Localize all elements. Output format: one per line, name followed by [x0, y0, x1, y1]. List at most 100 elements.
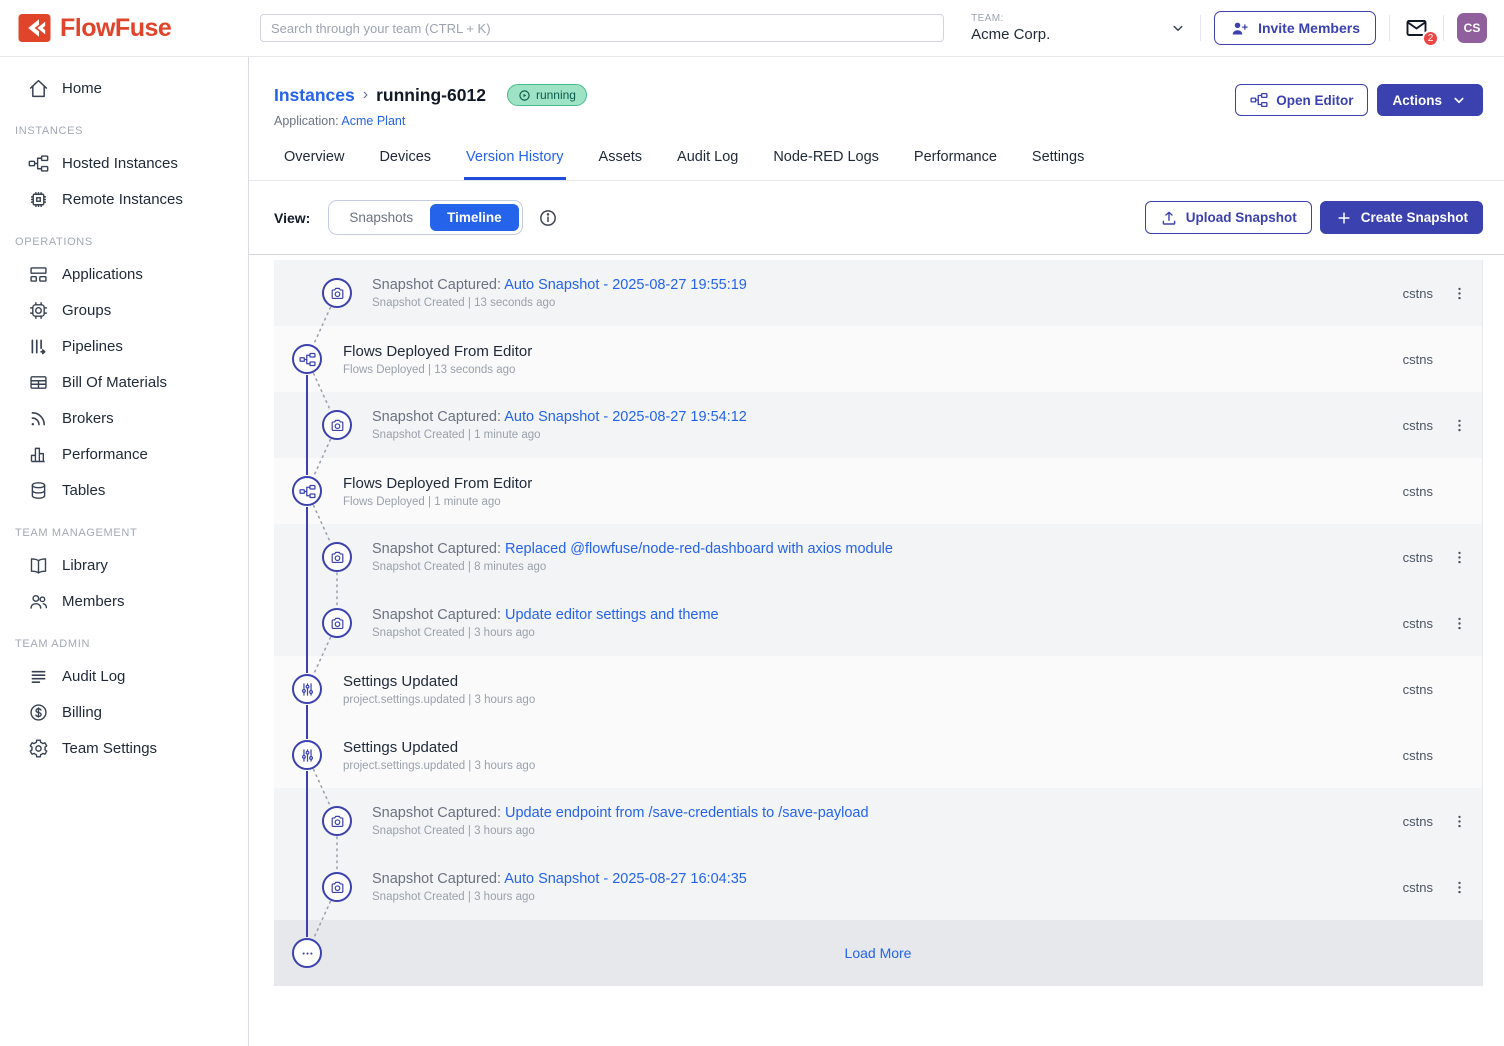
sidebar-item-home[interactable]: Home [0, 70, 248, 106]
tab-version-history[interactable]: Version History [464, 146, 566, 180]
snapshot-link[interactable]: Auto Snapshot - 2025-08-27 19:55:19 [504, 277, 747, 293]
row-menu-button[interactable] [1451, 284, 1468, 303]
timeline-meta: project.settings.updated | 3 hours ago [343, 694, 535, 706]
chevron-down-icon [1169, 19, 1187, 37]
event-title: Settings Updated [343, 673, 535, 690]
snapshot-link[interactable]: Auto Snapshot - 2025-08-27 16:04:35 [504, 871, 747, 887]
timeline-row: Flows Deployed From EditorFlows Deployed… [274, 458, 1482, 524]
sidebar-item-remote-instances[interactable]: Remote Instances [0, 181, 248, 217]
sidebar-item-groups[interactable]: Groups [0, 292, 248, 328]
timeline-row: Snapshot Captured: Auto Snapshot - 2025-… [274, 392, 1482, 458]
sidebar-section-label: TEAM ADMIN [15, 638, 248, 650]
tab-node-red-logs[interactable]: Node-RED Logs [771, 146, 881, 180]
timeline-row: Settings Updatedproject.settings.updated… [274, 722, 1482, 788]
snapshot-link[interactable]: Update endpoint from /save-credentials t… [505, 805, 869, 821]
node-red-icon [1250, 91, 1268, 109]
sidebar-item-brokers[interactable]: Brokers [0, 400, 248, 436]
teamsettings-icon [28, 738, 49, 759]
info-icon[interactable] [538, 208, 558, 228]
application-link[interactable]: Acme Plant [341, 114, 405, 128]
divider [1389, 15, 1390, 41]
home-icon [28, 78, 49, 99]
timeline-user: cstns [1403, 550, 1433, 565]
upload-snapshot-label: Upload Snapshot [1186, 210, 1297, 225]
create-snapshot-label: Create Snapshot [1361, 210, 1468, 225]
sidebar-item-label: Audit Log [62, 668, 125, 685]
timeline-meta: project.settings.updated | 3 hours ago [343, 760, 535, 772]
sidebar-item-label: Remote Instances [62, 191, 183, 208]
timeline-user: cstns [1403, 814, 1433, 829]
timeline-meta: Flows Deployed | 13 seconds ago [343, 364, 532, 376]
timeline-meta: Snapshot Created | 13 seconds ago [372, 297, 747, 309]
timeline-row: Flows Deployed From EditorFlows Deployed… [274, 326, 1482, 392]
toggle-snapshots[interactable]: Snapshots [332, 204, 430, 231]
search-input[interactable] [260, 14, 944, 42]
billing-icon [28, 702, 49, 723]
flowfuse-mark-icon [18, 13, 51, 43]
sidebar-item-audit-log[interactable]: Audit Log [0, 658, 248, 694]
camera-icon [322, 278, 352, 308]
plus-icon [1335, 209, 1353, 227]
load-more-button[interactable]: Load More [274, 945, 1482, 961]
timeline-user: cstns [1403, 682, 1433, 697]
flowfuse-logo[interactable]: FlowFuse [0, 13, 249, 43]
applications-icon [28, 264, 49, 285]
team-name: Acme Corp. [971, 26, 1050, 43]
tab-assets[interactable]: Assets [597, 146, 645, 180]
snapshot-link[interactable]: Update editor settings and theme [505, 607, 719, 623]
sidebar-item-label: Hosted Instances [62, 155, 178, 172]
sidebar-item-bill-of-materials[interactable]: Bill Of Materials [0, 364, 248, 400]
sidebar-item-performance[interactable]: Performance [0, 436, 248, 472]
deploy-icon [292, 476, 322, 506]
team-selector[interactable]: TEAM: Acme Corp. [971, 13, 1187, 43]
sidebar-item-team-settings[interactable]: Team Settings [0, 730, 248, 766]
row-menu-button[interactable] [1451, 878, 1468, 897]
actions-button[interactable]: Actions [1377, 84, 1483, 116]
tab-overview[interactable]: Overview [282, 146, 346, 180]
avatar[interactable]: CS [1457, 13, 1487, 43]
row-menu-button[interactable] [1451, 614, 1468, 633]
notifications-button[interactable]: 2 [1403, 16, 1430, 40]
row-menu-button[interactable] [1451, 812, 1468, 831]
timeline-row: Snapshot Captured: Auto Snapshot - 2025-… [274, 854, 1482, 920]
tab-devices[interactable]: Devices [377, 146, 433, 180]
breadcrumb-separator: › [363, 86, 368, 104]
status-label: running [536, 88, 576, 102]
sidebar-item-label: Tables [62, 482, 105, 499]
create-snapshot-button[interactable]: Create Snapshot [1320, 201, 1483, 234]
team-label: TEAM: [971, 13, 1050, 24]
sidebar-item-label: Brokers [62, 410, 114, 427]
open-editor-button[interactable]: Open Editor [1235, 84, 1368, 116]
tab-performance[interactable]: Performance [912, 146, 999, 180]
sidebar-item-tables[interactable]: Tables [0, 472, 248, 508]
brand-name: FlowFuse [60, 14, 171, 43]
timeline-user: cstns [1403, 286, 1433, 301]
tab-audit-log[interactable]: Audit Log [675, 146, 740, 180]
toggle-timeline[interactable]: Timeline [430, 204, 519, 231]
sidebar-item-hosted-instances[interactable]: Hosted Instances [0, 145, 248, 181]
timeline-row: Settings Updated project.settings.updated… [274, 656, 1482, 722]
library-icon [28, 555, 49, 576]
notification-count-badge: 2 [1422, 30, 1439, 47]
timeline-user: cstns [1403, 418, 1433, 433]
hosted-icon [28, 153, 49, 174]
user-plus-icon [1230, 19, 1249, 38]
timeline-meta: Snapshot Created | 3 hours ago [372, 825, 869, 837]
invite-members-button[interactable]: Invite Members [1214, 11, 1376, 45]
snapshot-link[interactable]: Replaced @flowfuse/node-red-dashboard wi… [505, 541, 893, 557]
sidebar-item-members[interactable]: Members [0, 583, 248, 619]
sidebar-item-applications[interactable]: Applications [0, 256, 248, 292]
breadcrumb-instances-link[interactable]: Instances [274, 85, 355, 106]
view-label: View: [274, 210, 310, 226]
row-menu-button[interactable] [1451, 416, 1468, 435]
snapshot-link[interactable]: Auto Snapshot - 2025-08-27 19:54:12 [504, 409, 747, 425]
tab-settings[interactable]: Settings [1030, 146, 1086, 180]
sidebar-item-pipelines[interactable]: Pipelines [0, 328, 248, 364]
tab-bar: Overview Devices Version History Assets Audi… [249, 146, 1504, 181]
row-menu-button[interactable] [1451, 548, 1468, 567]
upload-snapshot-button[interactable]: Upload Snapshot [1145, 201, 1312, 234]
sidebar-item-label: Applications [62, 266, 143, 283]
sidebar-item-billing[interactable]: Billing [0, 694, 248, 730]
sidebar-item-library[interactable]: Library [0, 547, 248, 583]
snapshot-title: Snapshot Captured: Update editor setting… [372, 607, 719, 623]
